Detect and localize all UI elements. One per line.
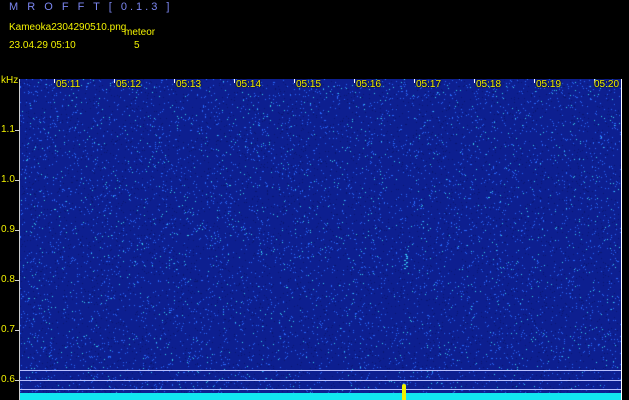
frequency-marker-line bbox=[20, 370, 621, 371]
recording-date-time: 23.04.29 05:10 bbox=[9, 40, 76, 51]
y-tick-label: 0.8 bbox=[1, 274, 15, 285]
y-axis-unit: kHz bbox=[1, 75, 19, 86]
x-tick-mark bbox=[234, 79, 235, 83]
frequency-marker-line bbox=[20, 389, 621, 390]
x-tick-mark bbox=[354, 79, 355, 83]
y-axis-line bbox=[19, 79, 20, 400]
x-tick-label: 05:15 bbox=[296, 79, 322, 90]
y-tick-mark bbox=[15, 380, 19, 381]
meteor-label: meteor bbox=[124, 27, 156, 38]
y-tick-label: 1.0 bbox=[1, 174, 15, 185]
x-tick-mark bbox=[294, 79, 295, 83]
frequency-marker-line bbox=[20, 380, 621, 381]
y-tick-mark bbox=[15, 230, 19, 231]
y-tick-mark bbox=[15, 330, 19, 331]
baseline-noise-band bbox=[20, 393, 621, 400]
x-tick-mark bbox=[54, 79, 55, 83]
x-tick-label: 05:11 bbox=[56, 79, 81, 90]
y-tick-label: 1.1 bbox=[1, 124, 15, 135]
spectrogram-plot bbox=[20, 79, 621, 400]
plot-right-border bbox=[621, 79, 622, 400]
meteor-count: 5 bbox=[134, 40, 140, 51]
x-tick-label: 05:18 bbox=[476, 79, 502, 90]
x-tick-mark bbox=[474, 79, 475, 83]
x-tick-label: 05:16 bbox=[356, 79, 382, 90]
x-tick-mark bbox=[534, 79, 535, 83]
y-tick-mark bbox=[15, 130, 19, 131]
x-tick-mark bbox=[174, 79, 175, 83]
spectrogram-canvas bbox=[20, 79, 621, 400]
app-title: M R O F F T [ 0.1.3 ] bbox=[9, 1, 173, 13]
y-tick-label: 0.7 bbox=[1, 324, 15, 335]
x-tick-label: 05:12 bbox=[116, 79, 142, 90]
x-tick-mark bbox=[114, 79, 115, 83]
y-tick-mark bbox=[15, 280, 19, 281]
x-tick-mark bbox=[414, 79, 415, 83]
file-name: Kameoka2304290510.png bbox=[9, 22, 127, 33]
signal-blip bbox=[402, 384, 406, 400]
y-tick-label: 0.6 bbox=[1, 374, 15, 385]
x-tick-label: 05:13 bbox=[176, 79, 202, 90]
y-tick-label: 0.9 bbox=[1, 224, 15, 235]
y-tick-mark bbox=[15, 180, 19, 181]
x-tick-label: 05:14 bbox=[236, 79, 262, 90]
x-tick-label: 05:20 bbox=[594, 79, 620, 90]
x-tick-label: 05:19 bbox=[536, 79, 562, 90]
x-tick-label: 05:17 bbox=[416, 79, 442, 90]
